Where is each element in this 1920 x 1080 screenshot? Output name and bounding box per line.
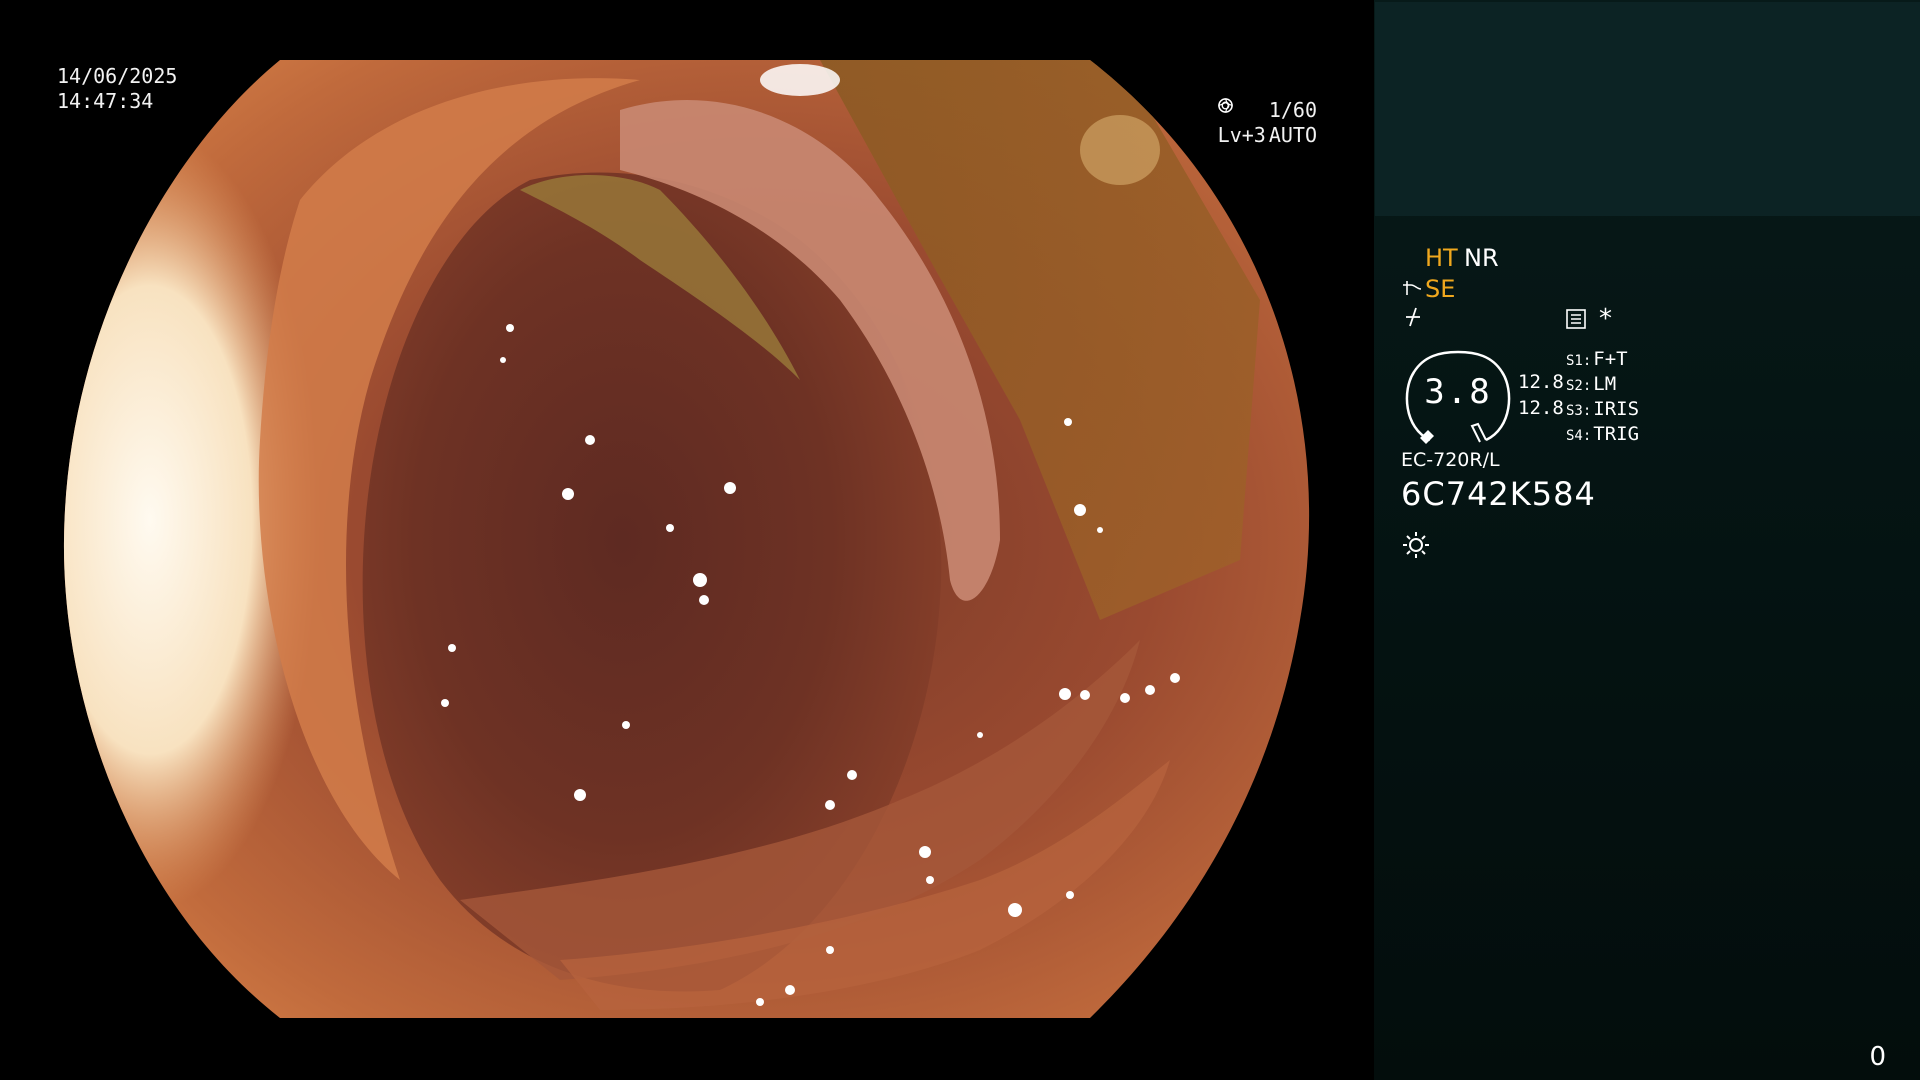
date-text: 14/06/2025 [57, 64, 178, 88]
sub-value-2: 12.8 [1518, 397, 1564, 419]
endoscope-image [63, 60, 1310, 1018]
endoscope-image-view: 14/06/2025 14:47:34 1/60 Lv+3 AUTO [0, 0, 1374, 1080]
switch-label: IRIS [1593, 398, 1640, 420]
mode-ht-label: HT [1425, 244, 1458, 272]
switch-key: S1: [1566, 353, 1592, 369]
iris-icon [1217, 98, 1233, 113]
star-icon: * [1599, 304, 1612, 334]
switch-s4: S4: TRIG [1566, 423, 1639, 445]
switch-s2: S2: LM [1566, 373, 1616, 395]
switch-key: S3: [1566, 403, 1592, 419]
mode-se-label: SE [1425, 275, 1456, 303]
sub-value-1: 12.8 [1518, 371, 1564, 393]
shutter-speed: 1/60 [1268, 98, 1317, 122]
switch-s3: S3: IRIS [1566, 398, 1639, 420]
switch-key: S4: [1566, 428, 1592, 444]
info-panel-header [1375, 2, 1920, 216]
image-counter: 0 [1869, 1042, 1886, 1072]
brightness-level: Lv+3 [1217, 123, 1266, 147]
light-source-icon [1403, 532, 1429, 558]
zoom-value: 3.8 [1424, 372, 1492, 412]
switch-label: LM [1593, 373, 1617, 395]
memo-icon [1566, 309, 1586, 329]
exposure-mode: AUTO [1268, 123, 1317, 147]
exposure-row: Lv+3 AUTO [1217, 98, 1317, 148]
freeze-icon [1406, 307, 1420, 327]
switch-s1: S1: F+T [1566, 348, 1628, 370]
scope-serial-number: 6C742K584 [1401, 475, 1596, 513]
structure-enhance-icon [1403, 281, 1422, 295]
switch-label: F+T [1593, 348, 1628, 370]
time-text: 14:47:34 [57, 89, 154, 113]
mode-nr-label: NR [1464, 244, 1499, 272]
info-panel: HT NR SE * 3.8 12.8 12.8 S1: F+T S2: LM S3… [1374, 0, 1920, 1080]
switch-label: TRIG [1593, 423, 1640, 445]
switch-key: S2: [1566, 378, 1592, 394]
exposure-overlay: 1/60 Lv+3 AUTO [1218, 98, 1317, 148]
scope-model: EC-720R/L [1401, 449, 1500, 471]
datetime-overlay: 14/06/2025 14:47:34 [57, 64, 177, 114]
endoscopy-display: 14/06/2025 14:47:34 1/60 Lv+3 AUTO HT NR… [0, 0, 1920, 1080]
